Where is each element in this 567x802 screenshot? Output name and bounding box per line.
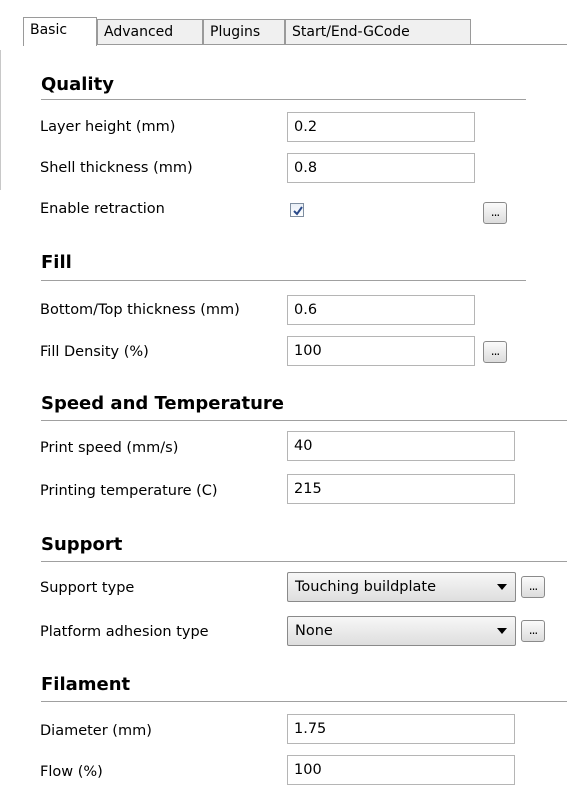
diameter-input[interactable]: 1.75 <box>287 714 515 744</box>
support-type-settings-button[interactable]: ... <box>521 576 545 598</box>
bottom-top-thickness-input[interactable]: 0.6 <box>287 295 475 325</box>
support-type-select[interactable]: Touching buildplate <box>287 572 516 602</box>
tab-plugins[interactable]: Plugins <box>203 19 285 44</box>
diameter-label: Diameter (mm) <box>40 723 152 739</box>
platform-adhesion-value: None <box>295 623 333 639</box>
section-divider <box>41 701 567 702</box>
flow-label: Flow (%) <box>40 764 103 780</box>
platform-adhesion-select[interactable]: None <box>287 616 516 646</box>
section-title-filament: Filament <box>41 674 131 695</box>
print-speed-label: Print speed (mm/s) <box>40 440 179 456</box>
shell-thickness-label: Shell thickness (mm) <box>40 160 193 176</box>
section-title-quality: Quality <box>41 74 114 95</box>
fill-density-label: Fill Density (%) <box>40 344 149 360</box>
section-title-fill: Fill <box>41 252 72 273</box>
fill-density-settings-button[interactable]: ... <box>483 341 507 363</box>
layer-height-input[interactable]: 0.2 <box>287 112 475 142</box>
print-speed-input[interactable]: 40 <box>287 431 515 461</box>
section-divider <box>41 561 567 562</box>
window-edge <box>0 50 1 190</box>
enable-retraction-checkbox[interactable] <box>290 203 304 217</box>
section-divider <box>41 420 567 421</box>
section-divider <box>41 99 526 100</box>
chevron-down-icon <box>497 584 507 590</box>
enable-retraction-label: Enable retraction <box>40 201 165 217</box>
platform-adhesion-settings-button[interactable]: ... <box>521 620 545 642</box>
section-divider <box>41 280 526 281</box>
support-type-value: Touching buildplate <box>295 579 437 595</box>
bottom-top-thickness-label: Bottom/Top thickness (mm) <box>40 302 240 318</box>
support-type-label: Support type <box>40 580 135 596</box>
layer-height-label: Layer height (mm) <box>40 119 176 135</box>
fill-density-input[interactable]: 100 <box>287 336 475 366</box>
section-title-support: Support <box>41 534 123 555</box>
tab-basic[interactable]: Basic <box>23 17 97 46</box>
printing-temperature-input[interactable]: 215 <box>287 474 515 504</box>
shell-thickness-input[interactable]: 0.8 <box>287 153 475 183</box>
section-title-speed-temperature: Speed and Temperature <box>41 393 284 414</box>
chevron-down-icon <box>497 628 507 634</box>
retraction-settings-button[interactable]: ... <box>483 202 507 224</box>
tab-start-end-gcode[interactable]: Start/End-GCode <box>285 19 471 44</box>
tab-strip-border <box>23 44 567 45</box>
flow-input[interactable]: 100 <box>287 755 515 785</box>
printing-temperature-label: Printing temperature (C) <box>40 483 218 499</box>
check-icon <box>293 206 303 216</box>
tab-advanced[interactable]: Advanced <box>97 19 203 44</box>
platform-adhesion-label: Platform adhesion type <box>40 624 209 640</box>
